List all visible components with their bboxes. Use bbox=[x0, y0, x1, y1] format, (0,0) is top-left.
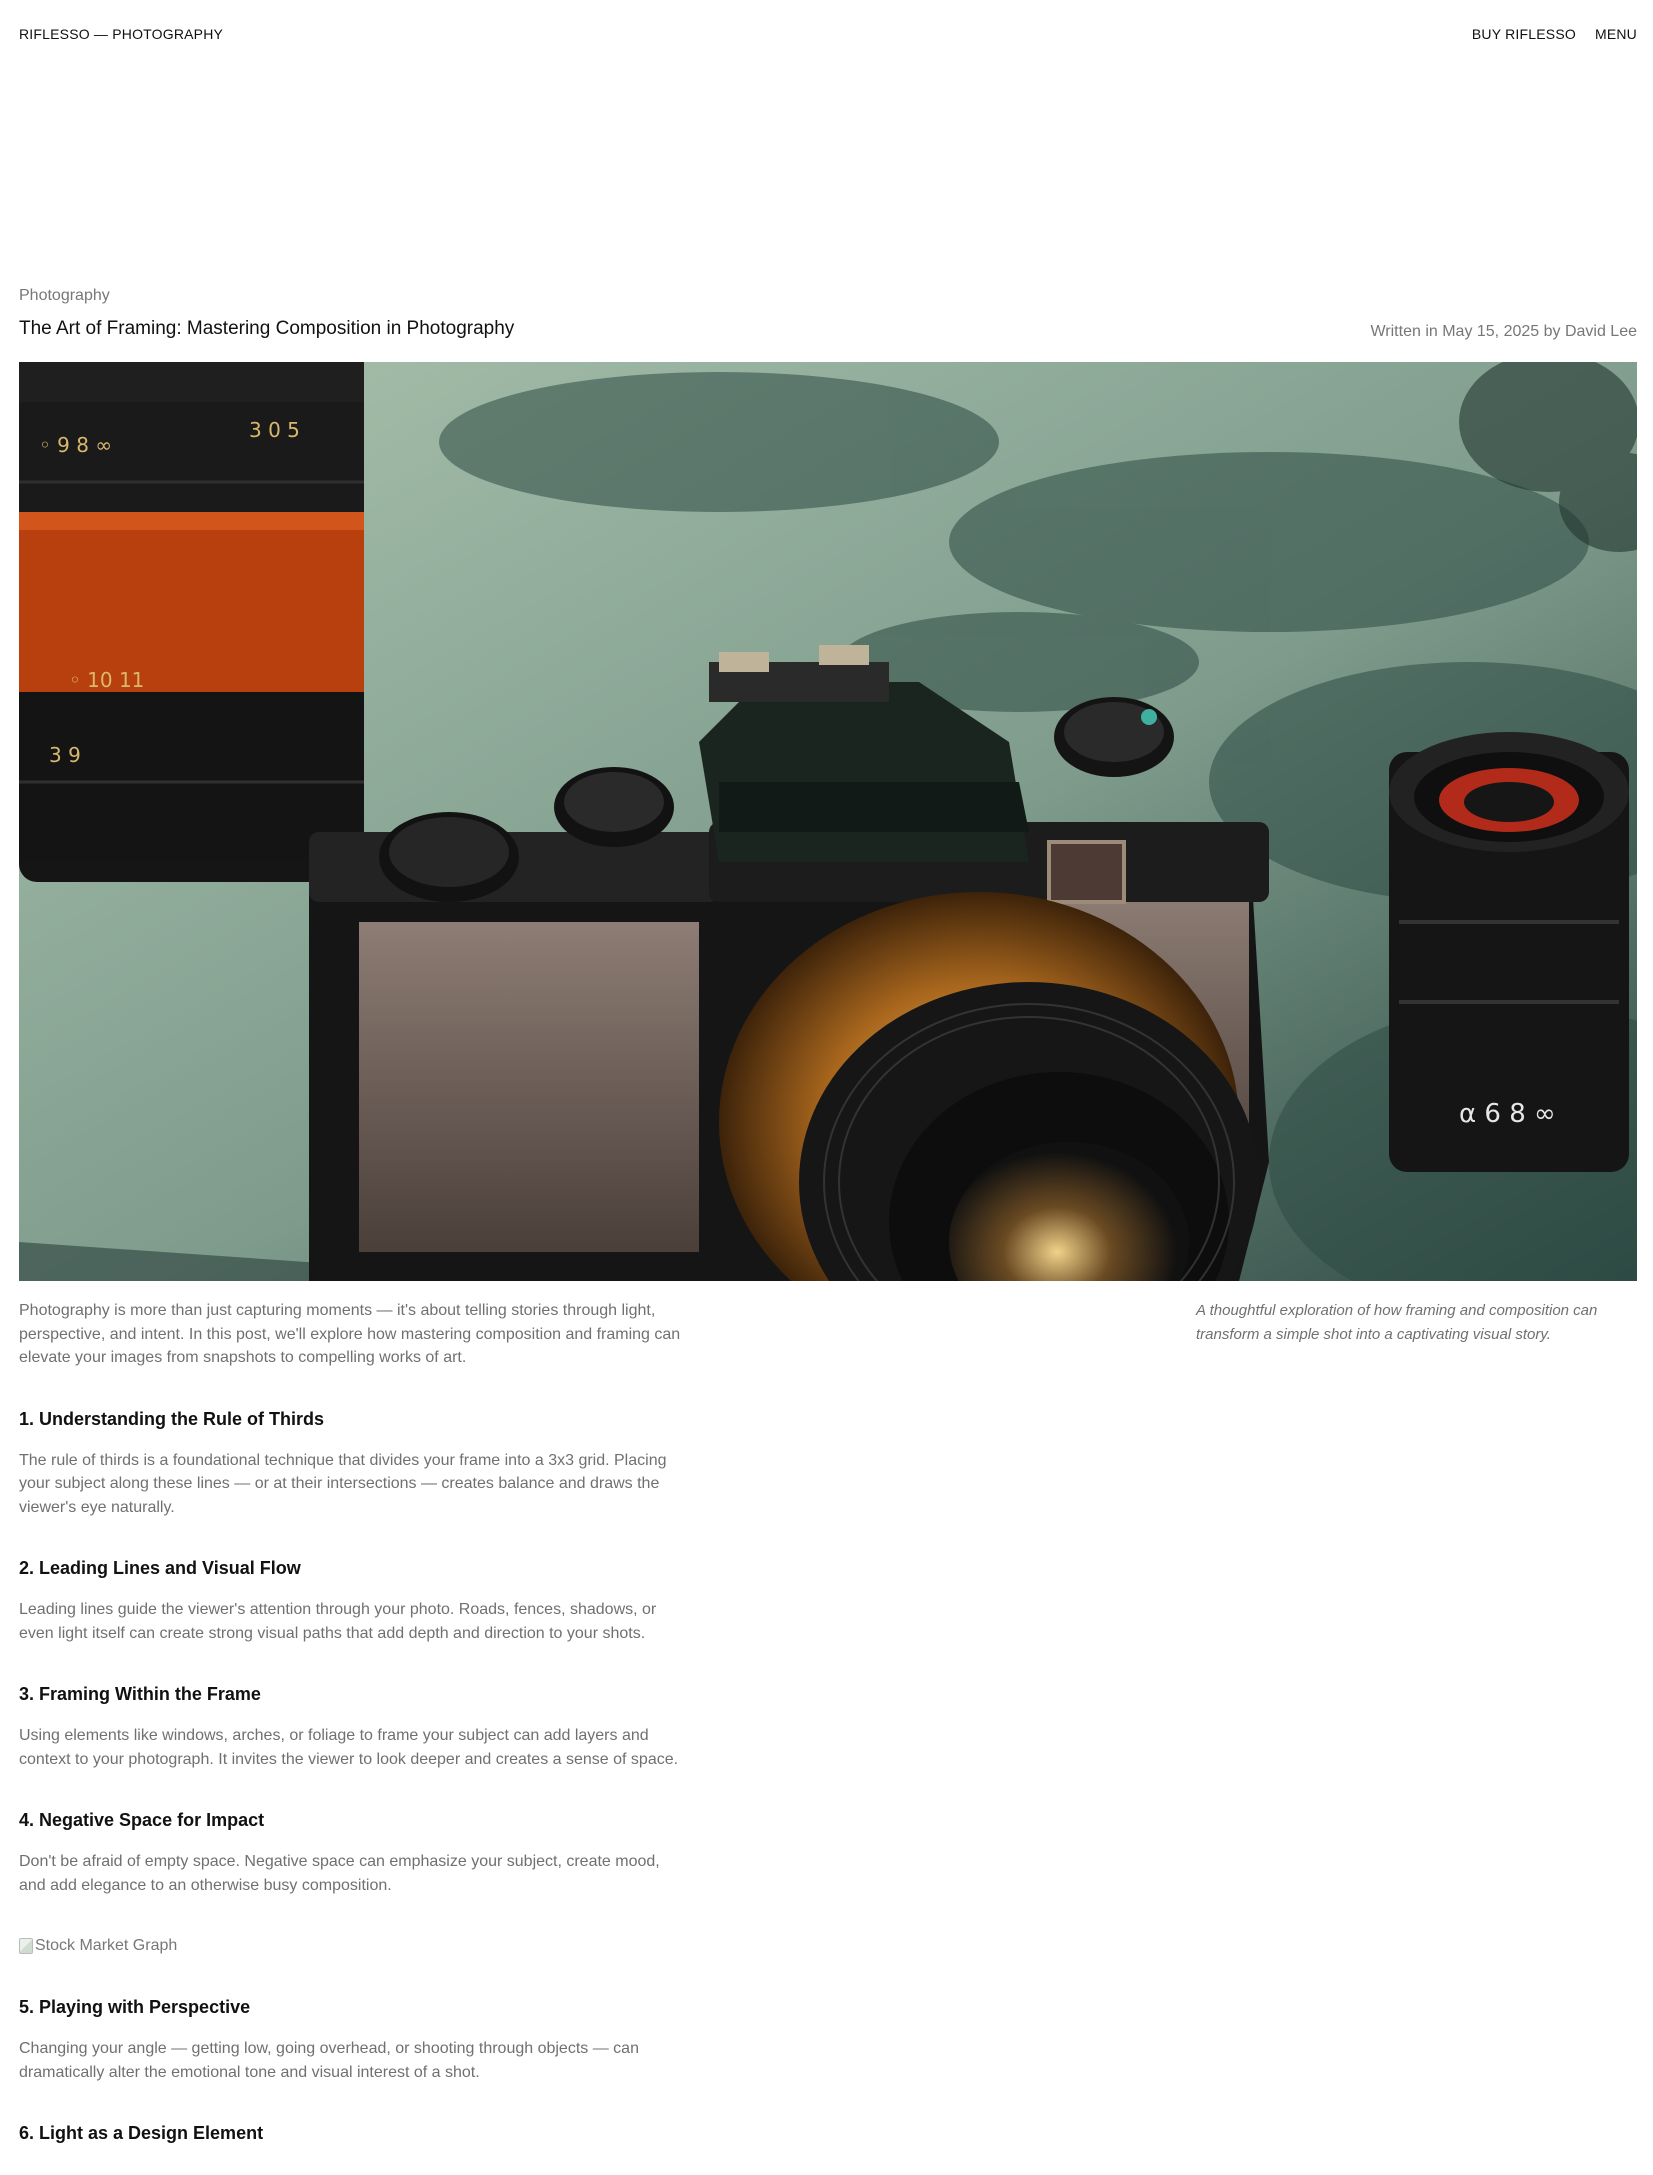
post-category[interactable]: Photography bbox=[19, 287, 110, 305]
svg-text:⁠◦ 9 8 ∞: ⁠◦ 9 8 ∞ bbox=[39, 433, 112, 457]
buy-riflesso-link[interactable]: BUY RIFLESSO bbox=[1472, 26, 1576, 42]
section-body: Don't be afraid of empty space. Negative… bbox=[19, 1853, 660, 1894]
section-body: Changing your angle — getting low, going… bbox=[19, 2040, 639, 2081]
section-body: Using elements like windows, arches, or … bbox=[19, 1727, 679, 1768]
section-negative-space: 4. Negative Space for Impact Don't be af… bbox=[19, 1808, 683, 1897]
broken-image-icon bbox=[19, 1938, 33, 1954]
header-nav: BUY RIFLESSO MENU bbox=[1472, 26, 1637, 42]
section-framing-within-frame: 3. Framing Within the Frame Using elemen… bbox=[19, 1682, 683, 1771]
hero-caption: A thoughtful exploration of how framing … bbox=[1196, 1302, 1598, 1343]
section-perspective: 5. Playing with Perspective Changing you… bbox=[19, 1995, 683, 2084]
section-heading: 5. Playing with Perspective bbox=[19, 1997, 251, 2017]
section-heading: 1. Understanding the Rule of Thirds bbox=[19, 1408, 325, 1429]
section-rule-of-thirds: 1. Understanding the Rule of Thirds The … bbox=[19, 1407, 683, 1520]
section-light: 6. Light as a Design Element bbox=[19, 2121, 683, 2145]
section-leading-lines: 2. Leading Lines and Visual Flow Leading… bbox=[19, 1556, 683, 1645]
broken-image-placeholder: Stock Market Graph bbox=[19, 1934, 683, 1958]
section-heading: 2. Leading Lines and Visual Flow bbox=[19, 1558, 301, 1578]
svg-text:⁠◦ 10 11: ⁠◦ 10 11 bbox=[69, 668, 144, 692]
section-heading: 6. Light as a Design Element bbox=[19, 2123, 264, 2143]
post-byline: Written in May 15, 2025 by David Lee bbox=[1370, 323, 1637, 340]
section-heading: 4. Negative Space for Impact bbox=[19, 1810, 265, 1830]
section-body: The rule of thirds is a foundational tec… bbox=[19, 1451, 667, 1516]
hero-image: ⁠◦ 9 8 ∞ 3 0 5 ⁠◦ 10 11 3 9 bbox=[19, 362, 1637, 1281]
section-heading: 3. Framing Within the Frame bbox=[19, 1684, 261, 1704]
svg-text:α 6 8 ∞: α 6 8 ∞ bbox=[1459, 1099, 1556, 1129]
svg-text:3 9: 3 9 bbox=[49, 743, 81, 767]
svg-text:3 0 5: 3 0 5 bbox=[249, 418, 300, 442]
broken-image-alt-text: Stock Market Graph bbox=[35, 1937, 178, 1954]
section-body: Leading lines guide the viewer's attenti… bbox=[19, 1601, 657, 1642]
site-header: RIFLESSO — PHOTOGRAPHY BUY RIFLESSO MENU bbox=[19, 24, 1637, 44]
post-title: The Art of Framing: Mastering Compositio… bbox=[19, 318, 515, 339]
intro-paragraph: Photography is more than just capturing … bbox=[19, 1302, 681, 1366]
brand-logo-link[interactable]: RIFLESSO — PHOTOGRAPHY bbox=[19, 26, 223, 42]
article-body: Photography is more than just capturing … bbox=[19, 1299, 683, 2163]
menu-button[interactable]: MENU bbox=[1595, 26, 1637, 42]
